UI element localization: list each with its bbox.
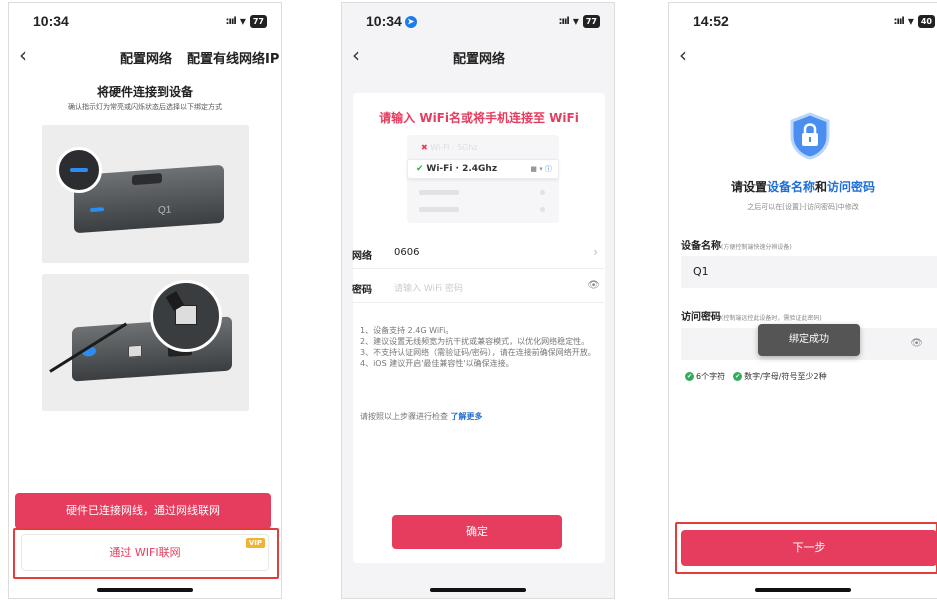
chevron-right-icon: ›: [593, 245, 598, 259]
home-indicator: [755, 588, 851, 592]
check-circle-icon: ✔: [733, 372, 743, 381]
wifi-icon: ▾: [907, 14, 914, 28]
lock-wifi-info-icons: ■ ▾ ⓘ: [530, 165, 552, 173]
wifi-5g-row: ✖ Wi-Fi · 5Ghz: [421, 143, 478, 152]
nav-bar: ‹ 配置网络 配置有线网络IP: [9, 43, 281, 73]
back-icon[interactable]: ‹: [19, 45, 27, 65]
wired-connect-button[interactable]: 硬件已连接网线，通过网线联网: [15, 493, 271, 529]
eye-closed-icon[interactable]: 👁: [910, 328, 923, 360]
home-indicator: [97, 588, 193, 592]
phone-screen-wired-setup: 10:34 :ııl ▾ 77 ‹ 配置网络 配置有线网络IP 将硬件连接到设备…: [8, 2, 282, 599]
tips-list: 1、设备支持 2.4G WiFi。 2、建议设置无线频宽为抗干扰或兼容模式，以优…: [360, 325, 598, 369]
check-icon: ✔: [416, 164, 424, 174]
nav-bar: ‹: [669, 43, 937, 73]
nav-title: 配置网络: [120, 52, 173, 67]
status-bar: 10:34 :ııl ▾ 77: [9, 3, 281, 37]
page-subtitle: 确认指示灯为常亮或闪烁状态后选择以下绑定方式: [68, 103, 222, 111]
signal-icon: :ııl: [225, 15, 237, 27]
shield-lock-icon: [790, 112, 830, 160]
tip-item: 1、设备支持 2.4G WiFi。: [360, 326, 454, 335]
confirm-button[interactable]: 确定: [392, 515, 562, 549]
signal-icon: :ııl: [558, 15, 570, 27]
password-field[interactable]: 密码 请输入 WiFi 密码 👁: [352, 273, 604, 303]
battery-icon: 77: [582, 14, 600, 28]
wifi-icon: ▾: [239, 14, 246, 28]
wifi-band-illustration: ✖ Wi-Fi · 5Ghz ✔ Wi-Fi · 2.4Ghz ■ ▾ ⓘ: [407, 135, 559, 223]
cross-icon: ✖: [421, 143, 428, 152]
page-title: 将硬件连接到设备: [96, 85, 193, 99]
back-icon[interactable]: ‹: [352, 45, 360, 65]
network-value: 0606: [394, 247, 420, 258]
zoom-circle: [56, 147, 102, 193]
card-header: 请输入 WiFi名或将手机连接至 WiFi: [379, 111, 579, 125]
device-name-input[interactable]: Q1: [681, 256, 937, 288]
page-subtitle: 之后可以在[设置]-[访问密码]中修改: [747, 203, 859, 211]
status-bar: 14:52 :ııl ▾ 40: [669, 3, 937, 37]
wifi-connect-button[interactable]: 通过 WIFI联网 VIP: [21, 534, 269, 571]
check-circle-icon: ✔: [685, 372, 694, 381]
network-field[interactable]: 网络 0606 ›: [352, 239, 604, 269]
tip-item: 4、iOS 建议开启'最佳兼容性'以确保连接。: [360, 359, 514, 368]
status-time: 14:52: [693, 13, 729, 29]
cable-connection-illustration: [42, 274, 249, 411]
toast-message: 绑定成功: [758, 324, 860, 356]
battery-icon: 77: [249, 14, 267, 28]
battery-icon: 40: [917, 14, 935, 28]
next-button[interactable]: 下一步: [681, 530, 937, 566]
phone-screen-wifi-config: 10:34 ➤ :ııl ▾ 77 ‹ 配置网络 请输入 WiFi名或将手机连接至…: [341, 2, 615, 599]
rule-charset: ✔ 数字/字母/符号至少2种: [733, 372, 827, 381]
phone-screen-device-setup: 14:52 :ııl ▾ 40 ‹ 请设置设备名称和访问密码 之后可以在[设置]…: [668, 2, 937, 599]
wired-ip-link[interactable]: 配置有线网络IP: [187, 48, 279, 67]
eye-closed-icon[interactable]: 👁: [587, 280, 600, 291]
learn-more-link[interactable]: 了解更多: [451, 412, 483, 421]
port-zoom-circle: [150, 280, 222, 352]
rule-length: ✔ 6个字符: [685, 372, 726, 381]
signal-icon: :ııl: [893, 15, 905, 27]
access-password-label: 访问密码(控制端远控此设备时，需验证此密码): [681, 312, 822, 323]
device-name-label: 设备名称(方便控制端快速分辨设备): [681, 241, 792, 252]
check-hint: 请按照以上步骤进行检查 了解更多: [360, 412, 483, 421]
wifi-24g-row: ✔ Wi-Fi · 2.4Ghz ■ ▾ ⓘ: [407, 159, 559, 179]
status-time: 10:34: [33, 13, 69, 29]
location-icon: ➤: [404, 16, 417, 29]
tip-item: 2、建议设置无线频宽为抗干扰或兼容模式，以优化网络稳定性。: [360, 337, 590, 346]
indicator-light: [90, 207, 104, 213]
password-label: 密码: [352, 285, 372, 296]
password-rules: ✔ 6个字符 ✔ 数字/字母/符号至少2种: [685, 371, 827, 382]
status-bar: 10:34 ➤ :ııl ▾ 77: [342, 3, 614, 37]
vip-badge: VIP: [245, 538, 265, 548]
back-icon[interactable]: ‹: [679, 45, 687, 65]
wifi-connect-label: 通过 WIFI联网: [109, 546, 181, 559]
device-label: Q1: [158, 204, 172, 217]
wifi-icon: ▾: [572, 14, 579, 28]
network-label: 网络: [352, 251, 372, 262]
nav-title: 配置网络: [453, 52, 506, 67]
password-input[interactable]: 请输入 WiFi 密码: [394, 281, 463, 294]
status-time: 10:34 ➤: [366, 13, 417, 29]
nav-bar: ‹ 配置网络: [342, 43, 614, 73]
page-title: 请设置设备名称和访问密码: [730, 180, 876, 194]
tip-item: 3、不支持认证网络（需验证码/密码），请在连接前确保网络开放。: [360, 348, 596, 357]
device-indicator-illustration: Q1: [42, 125, 249, 263]
home-indicator: [430, 588, 526, 592]
